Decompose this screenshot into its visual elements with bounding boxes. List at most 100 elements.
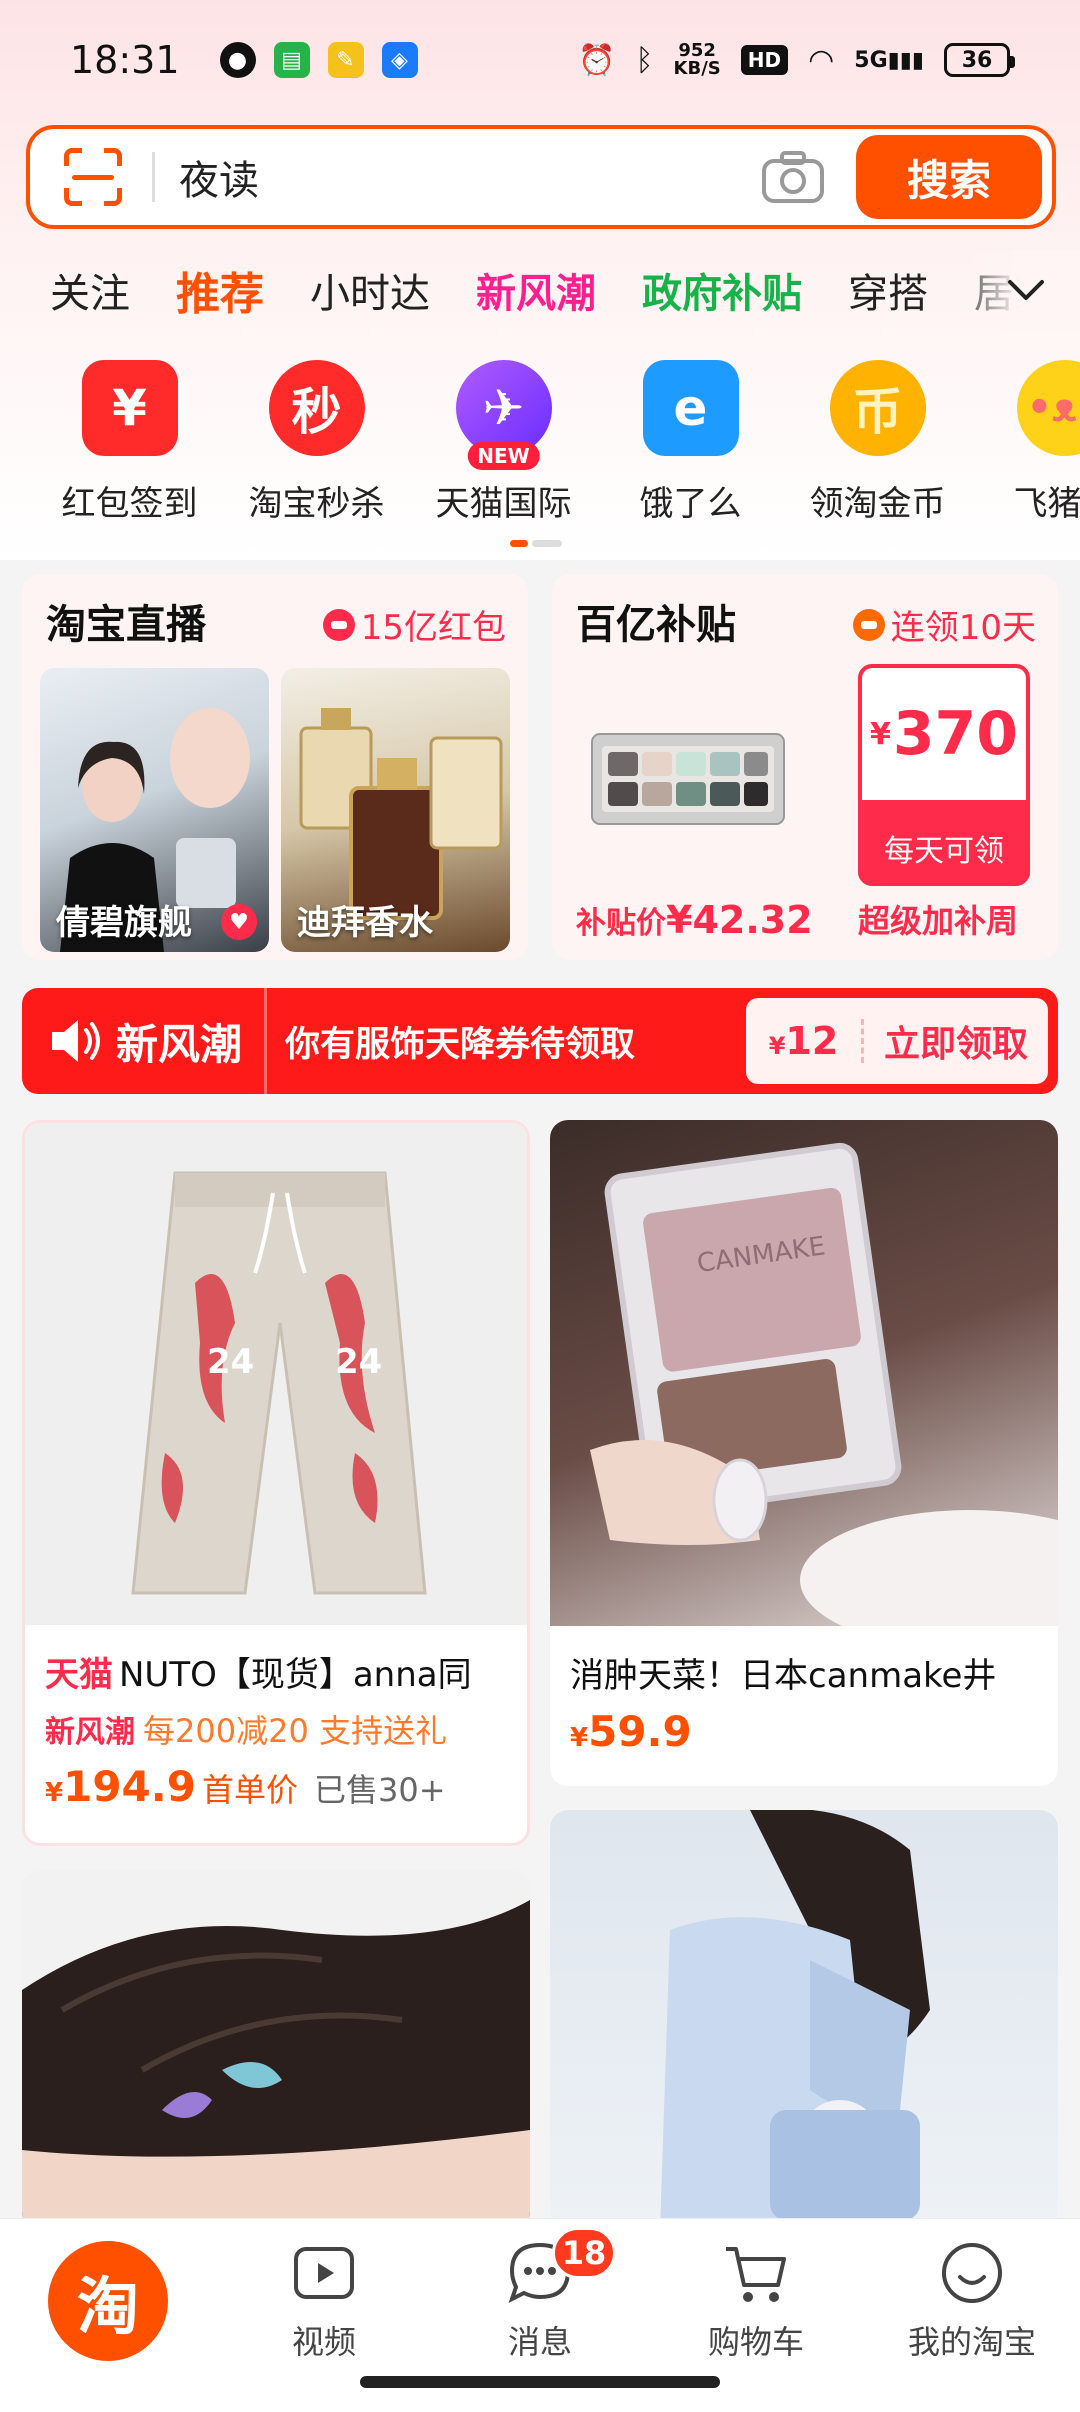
home-indicator[interactable]: [360, 2376, 720, 2388]
shortcut-label: 领淘金币: [809, 484, 946, 524]
live-thumbnails: 倩碧旗舰 ♥ 迪拜香水: [40, 668, 510, 952]
product-image: CANMAKE: [550, 1120, 1058, 1626]
shortcut-gold-coins[interactable]: 币 领淘金币: [784, 360, 971, 530]
search-divider: [152, 152, 155, 202]
hd-icon: HD: [740, 45, 789, 75]
page-dot-active: [510, 540, 528, 547]
red-packet-icon: [322, 608, 355, 641]
subsidy-tag: 连领10天: [852, 600, 1036, 649]
camera-icon[interactable]: [760, 149, 826, 205]
svg-text:24: 24: [207, 1342, 254, 1382]
tab-hour-delivery[interactable]: 小时达: [310, 261, 430, 319]
new-trend-banner[interactable]: 新风潮 你有服饰天降券待领取 ¥12 立即领取: [22, 988, 1058, 1094]
live-title: 淘宝直播: [46, 602, 206, 648]
product-card[interactable]: CANMAKE 消肿天菜！日本canmake井 ¥59.9: [550, 1120, 1058, 1786]
product-title: 消肿天菜！日本canmake井: [570, 1656, 997, 1696]
product-image: [550, 1810, 1058, 2230]
tab-gov-subsidy[interactable]: 政府补贴: [642, 261, 802, 319]
search-button[interactable]: 搜索: [856, 135, 1042, 219]
product-price: ¥194.9 首单价 已售30+: [45, 1762, 446, 1811]
signal-icon: 5G▮▮▮: [854, 47, 924, 73]
battery-icon: 36: [944, 43, 1015, 77]
nav-home[interactable]: 淘: [0, 2219, 216, 2412]
cart-icon: [726, 2247, 786, 2302]
shortcut-row: ¥ 红包签到 秒 淘宝秒杀 ✈ NEW 天猫国际 e 饿了么 币 领淘金币 •ᴥ…: [0, 360, 1080, 530]
new-badge: NEW: [467, 442, 540, 470]
page-indicator: [510, 540, 562, 547]
alarm-icon: ⏰: [578, 42, 616, 78]
product-card[interactable]: [550, 1810, 1058, 2230]
chevron-down-icon[interactable]: [1004, 268, 1048, 312]
subsidy-price: 补贴价¥42.32: [576, 898, 813, 942]
subsidy-promo-label: 超级加补周: [857, 902, 1018, 940]
banner-divider: [264, 988, 268, 1094]
shortcut-eleme[interactable]: e 饿了么: [597, 360, 784, 530]
banner-text: 你有服饰天降券待领取: [285, 1024, 636, 1065]
banner-brand: 新风潮: [116, 1019, 243, 1069]
shortcut-label: 饿了么: [639, 484, 742, 524]
notes-app-icon: ✎: [327, 42, 364, 78]
nav-label: 消息: [507, 2323, 572, 2361]
product-price: ¥59.9: [570, 1707, 692, 1756]
nav-label: 购物车: [707, 2323, 804, 2361]
shortcut-red-envelope[interactable]: ¥ 红包签到: [36, 360, 223, 530]
taobao-home-icon[interactable]: 淘: [48, 2241, 168, 2361]
live-tag: 15亿红包: [322, 600, 506, 649]
product-image: 24 24: [25, 1123, 527, 1625]
tab-recommend[interactable]: 推荐: [176, 258, 264, 322]
coupon-amount: ¥370: [862, 668, 1026, 800]
scan-icon[interactable]: [64, 148, 122, 206]
search-bar[interactable]: 夜读 搜索: [26, 125, 1056, 229]
tab-follow[interactable]: 关注: [50, 261, 130, 319]
sold-count: 已售30+: [313, 1771, 446, 1809]
shortcut-label: 淘宝秒杀: [248, 484, 385, 524]
speaker-icon: [52, 1020, 100, 1062]
banner-coupon-amount: ¥12: [746, 1019, 864, 1063]
subsidy-title: 百亿补贴: [576, 602, 736, 648]
product-card[interactable]: 24 24 天猫 NUTO【现货】anna同 新风潮 每200减20 支持送礼 ¥1…: [22, 1120, 530, 1846]
svg-text:24: 24: [335, 1342, 382, 1382]
notification-icons: ● ▤ ✎ ◈: [219, 42, 418, 78]
claim-now-button[interactable]: 立即领取: [864, 1015, 1048, 1067]
message-app-icon: ▤: [273, 42, 310, 78]
live-caption: 倩碧旗舰: [56, 903, 192, 943]
gold-coin-icon: 币: [829, 360, 926, 456]
shortcut-fliggy[interactable]: •ᴥ• 飞猪旅: [971, 360, 1080, 530]
tab-outfit[interactable]: 穿搭: [848, 261, 928, 319]
fashion-model-image: [660, 1810, 930, 2230]
product-card[interactable]: [22, 1870, 530, 2230]
status-indicators: ⏰ ᛒ 952 KB/S HD ◠ 5G▮▮▮ 36: [578, 40, 1015, 79]
shortcut-label: 天猫国际: [435, 484, 572, 524]
nav-my-taobao[interactable]: 我的淘宝: [864, 2219, 1080, 2412]
nav-label: 视频: [291, 2323, 356, 2361]
subsidy-card[interactable]: 百亿补贴 连领10天 ¥ 370 每天可领 补贴价¥42.32 超级加补周: [552, 574, 1058, 960]
network-speed: 952 KB/S: [673, 40, 721, 79]
status-bar: 18:31 ● ▤ ✎ ◈ ⏰ ᛒ 952 KB/S HD ◠ 5G▮▮▮ 36: [0, 0, 1080, 120]
new-trend-label: 新风潮: [45, 1715, 135, 1750]
category-tabs: 关注 推荐 小时达 新风潮 政府补贴 穿搭 居家: [0, 250, 1080, 330]
eleme-icon: e: [642, 360, 739, 456]
bluetooth-icon: ᛒ: [635, 42, 654, 78]
video-icon: [294, 2247, 354, 2299]
page-dot: [532, 540, 562, 547]
shortcut-tmall-global[interactable]: ✈ NEW 天猫国际: [410, 360, 597, 530]
product-image: [22, 1870, 530, 2230]
product-title: 天猫 NUTO【现货】anna同: [45, 1655, 472, 1695]
taobao-home-screen: 18:31 ● ▤ ✎ ◈ ⏰ ᛒ 952 KB/S HD ◠ 5G▮▮▮ 36…: [0, 0, 1080, 2412]
shortcut-label: 飞猪旅: [1013, 484, 1080, 524]
wide-leg-pants-image: 24 24: [131, 1171, 427, 1595]
red-envelope-icon: ¥: [81, 360, 178, 456]
live-card[interactable]: 淘宝直播 15亿红包 倩碧旗舰 ♥ 迪拜香水: [22, 574, 528, 960]
search-input[interactable]: 夜读: [179, 148, 760, 206]
live-thumbnail[interactable]: 倩碧旗舰 ♥: [40, 668, 269, 952]
nav-label: 我的淘宝: [907, 2323, 1036, 2361]
subsidy-coupon[interactable]: ¥370 每天可领: [858, 664, 1030, 886]
banner-coupon[interactable]: ¥12 立即领取: [746, 998, 1048, 1084]
live-thumbnail[interactable]: 迪拜香水: [281, 668, 510, 952]
promo-row: 淘宝直播 15亿红包 倩碧旗舰 ♥ 迪拜香水 百亿补贴 连领10天 ¥ 370 …: [22, 574, 1058, 960]
shortcut-flash-sale[interactable]: 秒 淘宝秒杀: [223, 360, 410, 530]
wechat-icon: ●: [219, 42, 256, 78]
blush-compact-image: CANMAKE: [590, 1142, 1058, 1626]
tab-new-trend[interactable]: 新风潮: [476, 261, 596, 319]
flash-sale-clock-icon: 秒: [268, 360, 365, 456]
